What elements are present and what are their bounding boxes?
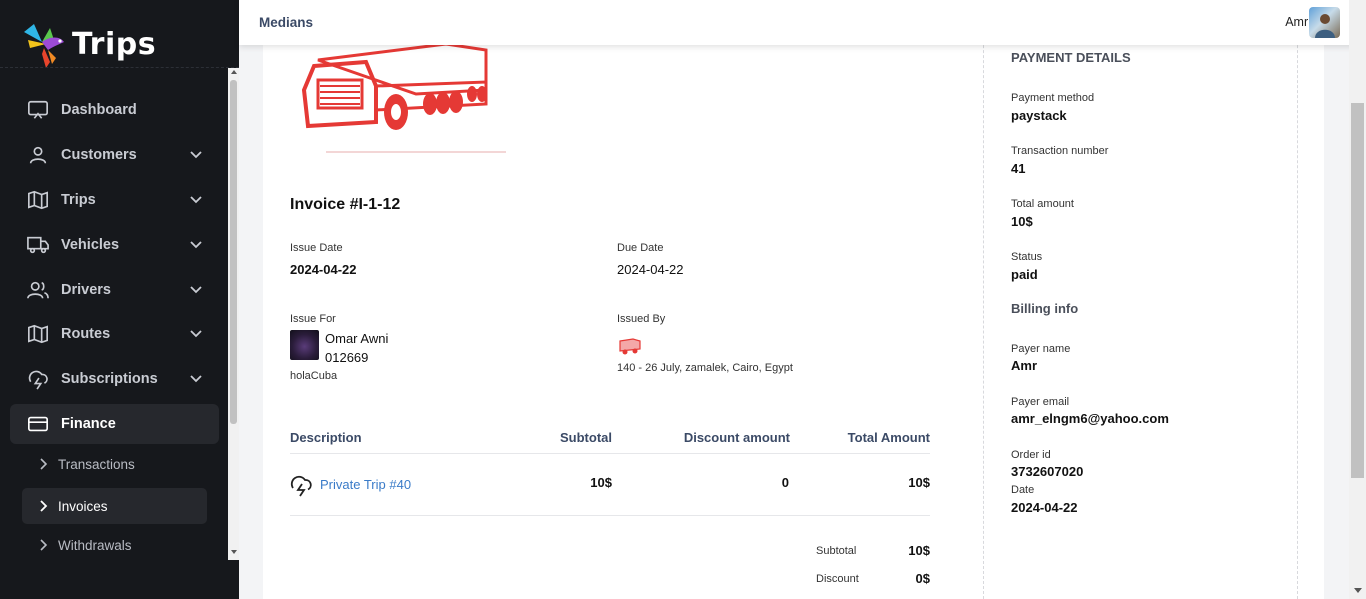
payer-email-label: Payer email (1011, 396, 1070, 408)
divider (290, 515, 930, 516)
cloud-lightning-icon (27, 368, 49, 390)
app-name: Trips (72, 26, 157, 62)
billing-info-heading: Billing info (1011, 301, 1079, 316)
total-amount-value: 10$ (1011, 214, 1033, 229)
map-icon (27, 323, 49, 345)
divider (290, 453, 930, 454)
sidebar-item-label: Dashboard (61, 102, 137, 118)
customer-avatar (290, 330, 319, 360)
customer-name: Omar Awni (325, 331, 389, 346)
chevron-down-icon (190, 375, 202, 383)
truck-logo-icon (301, 33, 506, 153)
item-subtotal: 10$ (590, 475, 612, 490)
date-label: Date (1011, 484, 1035, 496)
chevron-down-icon (190, 286, 202, 294)
scroll-down-icon[interactable] (231, 550, 237, 554)
invoice-title: Invoice #I-1-12 (290, 196, 401, 213)
sidebar-item-customers[interactable]: Customers (10, 135, 219, 175)
sidebar-item-finance[interactable]: Finance (10, 404, 219, 444)
sidebar-item-label: Vehicles (61, 237, 120, 253)
sidebar-subitem-label: Transactions (58, 456, 135, 472)
col-subtotal: Subtotal (560, 430, 612, 445)
item-discount: 0 (781, 475, 789, 490)
transaction-number-label: Transaction number (1011, 145, 1109, 157)
chevron-down-icon (190, 151, 202, 159)
page-title: Medians (259, 15, 314, 30)
sidebar-item-routes[interactable]: Routes (10, 314, 219, 354)
sidebar-subitem-withdrawals[interactable]: Withdrawals (22, 527, 207, 563)
payer-name-value: Amr (1011, 358, 1038, 373)
avatar[interactable] (1309, 7, 1340, 38)
credit-card-icon (27, 413, 49, 435)
chevron-down-icon (190, 196, 202, 204)
issuer-address: 140 - 26 July, zamalek, Cairo, Egypt (617, 362, 793, 374)
chevron-right-icon (40, 500, 48, 512)
sidebar-scrollbar-thumb[interactable] (230, 80, 237, 424)
sidebar-item-vehicles[interactable]: Vehicles (10, 225, 219, 265)
sidebar-item-subscriptions[interactable]: Subscriptions (10, 359, 219, 399)
item-total: 10$ (908, 475, 930, 490)
page-scrollbar-thumb[interactable] (1351, 103, 1364, 478)
issued-by-label: Issued By (617, 313, 666, 325)
truck-logo-icon (619, 338, 641, 355)
sidebar-item-label: Customers (61, 147, 137, 163)
truck-icon (27, 234, 49, 256)
due-date-label: Due Date (617, 242, 664, 254)
summary-discount-label: Discount (816, 573, 859, 585)
sidebar-item-label: Finance (61, 416, 116, 432)
app-logo[interactable]: Trips (20, 18, 156, 70)
summary-subtotal-label: Subtotal (816, 545, 857, 557)
users-icon (27, 279, 49, 301)
chevron-down-icon (190, 330, 202, 338)
item-link[interactable]: Private Trip #40 (320, 477, 411, 492)
sidebar-subitem-label: Invoices (58, 498, 108, 514)
top-header: Medians Amr Ewis (239, 0, 1366, 45)
divider (0, 67, 239, 68)
sidebar-item-label: Routes (61, 326, 111, 342)
chevron-down-icon (190, 241, 202, 249)
sidebar-subitem-transactions[interactable]: Transactions (22, 446, 207, 482)
sidebar: Trips Dashboard Customers Trips Vehicles (0, 0, 239, 599)
sidebar-item-label: Trips (61, 192, 96, 208)
sidebar-item-dashboard[interactable]: Dashboard (10, 90, 219, 130)
order-id-value: 3732607020 (1011, 464, 1084, 479)
order-id-label: Order id (1011, 449, 1051, 461)
sidebar-item-trips[interactable]: Trips (10, 180, 219, 220)
col-description: Description (290, 430, 362, 445)
col-total: Total Amount (847, 430, 930, 445)
payment-method-label: Payment method (1011, 92, 1095, 104)
cloud-lightning-icon (290, 475, 312, 497)
payment-details-heading: PAYMENT DETAILS (1011, 50, 1131, 65)
sidebar-subitem-invoices[interactable]: Invoices (22, 488, 207, 524)
sidebar-item-label: Drivers (61, 282, 111, 298)
customer-phone: 012669 (325, 350, 369, 365)
issue-for-label: Issue For (290, 313, 336, 325)
summary-discount-value: 0$ (915, 571, 930, 586)
transaction-number-value: 41 (1011, 161, 1026, 176)
summary-subtotal-value: 10$ (908, 543, 930, 558)
date-value: 2024-04-22 (1011, 500, 1078, 515)
user-icon (27, 144, 49, 166)
total-amount-label: Total amount (1011, 198, 1074, 210)
sidebar-item-drivers[interactable]: Drivers (10, 270, 219, 310)
chevron-right-icon (40, 458, 48, 470)
due-date-value: 2024-04-22 (617, 262, 684, 277)
sidebar-item-label: Subscriptions (61, 371, 158, 387)
issue-date-value: 2024-04-22 (290, 262, 357, 277)
map-icon (27, 189, 49, 211)
status-badge: paid (1011, 267, 1038, 282)
scroll-up-icon[interactable] (231, 70, 237, 74)
customer-username: holaCuba (290, 370, 338, 382)
bird-logo-icon (24, 24, 64, 68)
payer-email-value: amr_elngm6@yahoo.com (1011, 411, 1169, 426)
col-discount: Discount amount (683, 430, 790, 445)
sidebar-subitem-label: Withdrawals (58, 537, 132, 553)
monitor-icon (27, 99, 49, 121)
payment-method-value: paystack (1011, 108, 1067, 123)
scroll-down-icon[interactable] (1354, 588, 1362, 593)
issue-date-label: Issue Date (290, 242, 343, 254)
chevron-right-icon (40, 539, 48, 551)
status-label: Status (1011, 251, 1043, 263)
payer-name-label: Payer name (1011, 343, 1071, 355)
